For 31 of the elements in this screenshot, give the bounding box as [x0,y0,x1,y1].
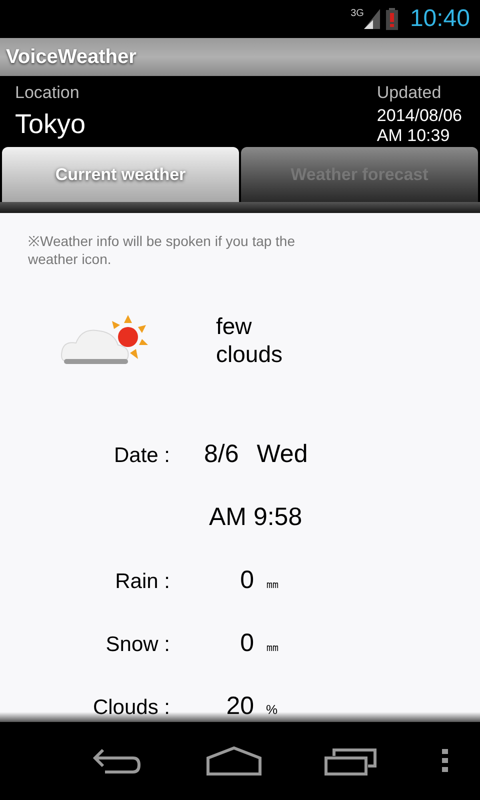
clock: 10:40 [410,4,470,34]
info-note: ※Weather info will be spoken if you tap the weather icon. [28,232,296,268]
field-label: Date : [114,443,170,469]
battery-icon [386,8,398,30]
updated-time: AM 10:39 [376,126,451,146]
field-label: Rain : [115,569,170,595]
unit-label: % [266,701,278,719]
updated-date: 2014/08/06 [376,106,462,126]
tab[interactable]: Current weather [2,147,239,202]
signal-icon [364,9,380,29]
recent-apps-button[interactable] [324,746,378,776]
field-value: 0 [240,565,254,596]
unit-label: ㎜ [266,638,279,656]
weather-icon[interactable] [60,315,150,365]
unit-label: ㎜ [266,575,279,593]
menu-button[interactable] [440,748,449,774]
app-title: VoiceWeather [6,45,136,70]
updated-label: Updated [376,82,442,104]
field-value: 20 [226,691,254,722]
weather-condition: few clouds [216,312,284,368]
home-button[interactable] [206,746,262,776]
field-label: Clouds : [92,695,170,721]
field-value: AM 9:58 [209,502,302,533]
location-name: Tokyo [15,108,86,141]
field-label: Snow : [106,632,170,658]
field-value: 8/6 [204,439,239,470]
location-label: Location [15,82,80,104]
field-value: 0 [240,628,254,659]
weekday: Wed [256,439,308,470]
back-button[interactable] [91,746,144,776]
network-type: 3G [350,9,364,19]
